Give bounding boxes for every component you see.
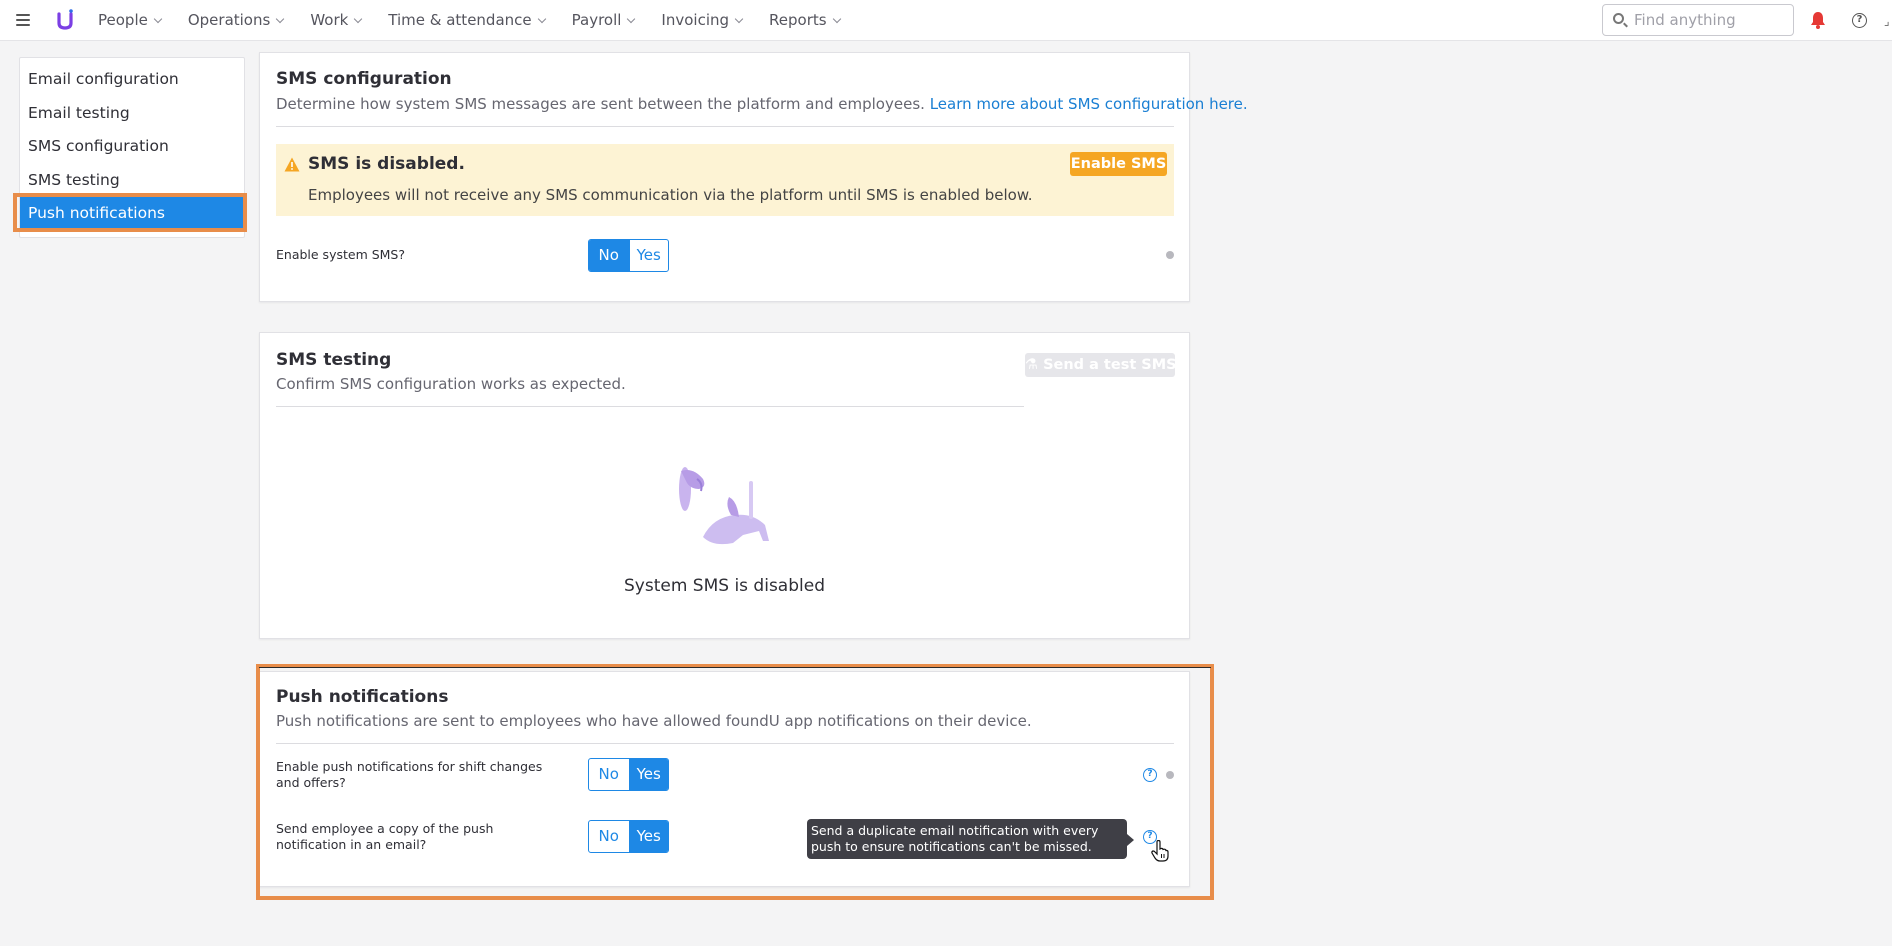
chevron-down-icon <box>537 14 546 23</box>
search-icon <box>1613 13 1624 24</box>
nav-label: Time & attendance <box>388 11 532 29</box>
card-description: Determine how system SMS messages are se… <box>276 95 1248 113</box>
description-text: Determine how system SMS messages are se… <box>276 95 925 113</box>
nav-label: Payroll <box>571 11 622 29</box>
nav-label: People <box>98 11 148 29</box>
top-bar: People Operations Work Time & attendance… <box>0 0 1892 41</box>
search-box <box>1602 4 1794 36</box>
chevron-down-icon <box>153 14 163 23</box>
button-label: Send a test SMS <box>1043 357 1177 373</box>
nav-reports[interactable]: Reports <box>769 11 841 29</box>
warning-icon <box>284 157 300 172</box>
toggle-no-option[interactable]: No <box>589 240 629 271</box>
nav-operations[interactable]: Operations <box>187 11 285 29</box>
nav-invoicing[interactable]: Invoicing <box>661 11 744 29</box>
push-highlight-frame <box>256 664 1214 900</box>
sidebar-item-email-testing[interactable]: Email testing <box>28 104 130 122</box>
enable-sms-button[interactable]: Enable SMS <box>1070 152 1167 176</box>
corner-icon: ⌟ <box>1884 14 1890 28</box>
menu-icon[interactable] <box>16 14 30 26</box>
help-icon[interactable]: ? <box>1852 13 1867 28</box>
sidebar-item-email-configuration[interactable]: Email configuration <box>28 70 179 88</box>
nav-work[interactable]: Work <box>310 11 363 29</box>
status-dot <box>1166 251 1174 259</box>
divider <box>276 126 1174 127</box>
flask-icon: ⚗ <box>1025 357 1044 373</box>
sidebar-highlight-frame <box>13 193 247 232</box>
chevron-down-icon <box>734 14 744 23</box>
help-tooltip: Send a duplicate email notification with… <box>807 819 1134 859</box>
divider <box>276 406 1024 407</box>
chevron-down-icon <box>627 14 636 23</box>
nav-label: Reports <box>769 11 827 29</box>
sms-configuration-card: SMS configuration Determine how system S… <box>259 52 1248 302</box>
chevron-down-icon <box>354 14 363 23</box>
search-input[interactable] <box>1634 9 1784 31</box>
enable-system-sms-toggle: No Yes <box>588 239 669 272</box>
sms-testing-card: SMS testing Confirm SMS configuration wo… <box>259 332 1190 639</box>
nav-label: Work <box>310 11 349 29</box>
toggle-yes-option[interactable]: Yes <box>628 240 669 271</box>
nav-label: Operations <box>187 11 271 29</box>
sidebar-item-sms-testing[interactable]: SMS testing <box>28 171 120 189</box>
nav-time-attendance[interactable]: Time & attendance <box>388 11 546 29</box>
nav-payroll[interactable]: Payroll <box>571 11 636 29</box>
card-title: SMS configuration <box>276 69 452 89</box>
hand-cursor-icon <box>1151 840 1169 862</box>
empty-state-text: System SMS is disabled <box>624 576 825 596</box>
logo-icon[interactable] <box>56 9 74 31</box>
dog-illustration <box>679 467 769 545</box>
learn-more-link[interactable]: Learn more about SMS configuration here. <box>930 95 1248 113</box>
chevron-down-icon <box>832 14 841 23</box>
card-title: SMS testing <box>276 350 392 370</box>
bell-icon[interactable] <box>1810 11 1826 29</box>
sidebar-item-sms-configuration[interactable]: SMS configuration <box>28 137 169 155</box>
send-test-sms-button[interactable]: ⚗ Send a test SMS <box>1025 353 1177 377</box>
main-nav: People Operations Work Time & attendance… <box>98 0 867 40</box>
card-description: Confirm SMS configuration works as expec… <box>276 375 626 393</box>
sms-disabled-alert: SMS is disabled. Employees will not rece… <box>276 144 1174 216</box>
alert-title: SMS is disabled. <box>308 154 465 174</box>
enable-system-sms-label: Enable system SMS? <box>276 247 406 262</box>
nav-people[interactable]: People <box>98 11 163 29</box>
nav-label: Invoicing <box>661 11 730 29</box>
alert-body: Employees will not receive any SMS commu… <box>308 186 1033 204</box>
chevron-down-icon <box>276 14 285 23</box>
